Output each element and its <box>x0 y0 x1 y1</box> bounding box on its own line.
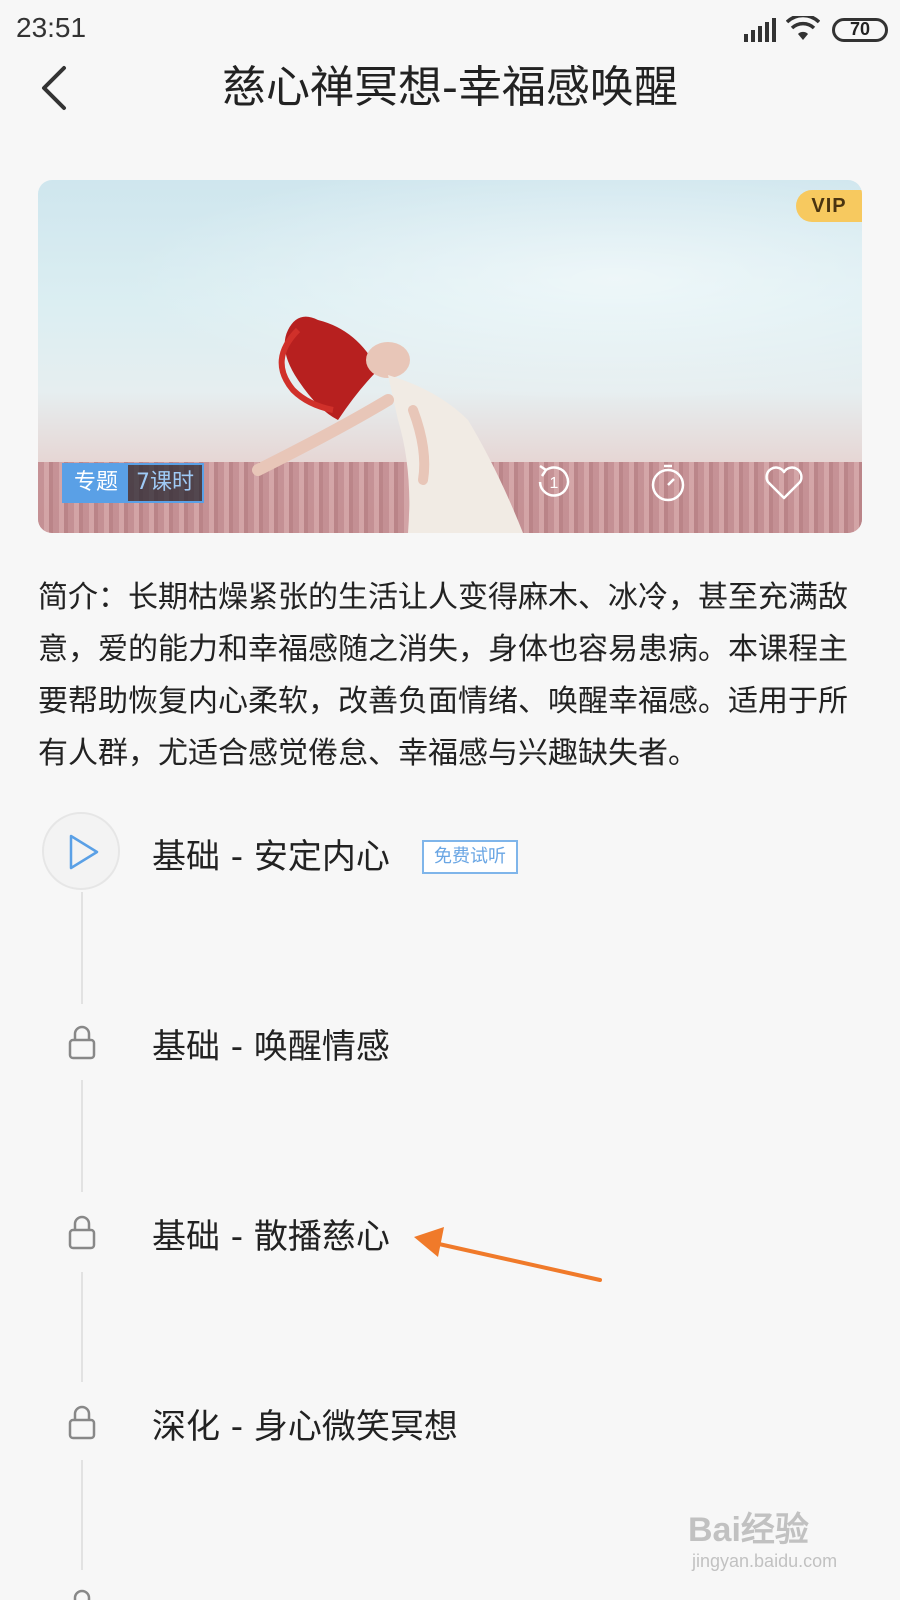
replay-1-icon[interactable]: 1 <box>532 460 576 504</box>
battery-icon: 70 <box>832 18 888 42</box>
play-icon <box>69 834 99 870</box>
heart-icon[interactable] <box>762 460 806 504</box>
course-banner[interactable]: VIP 专题 7课时 1 <box>38 180 862 533</box>
free-trial-badge: 免费试听 <box>422 840 518 874</box>
timeline-line <box>81 1460 83 1570</box>
lesson-count: 7课时 <box>128 465 203 501</box>
status-time: 23:51 <box>16 12 87 43</box>
lock-icon <box>68 1405 96 1440</box>
topic-tag: 专题 7课时 <box>62 463 205 503</box>
vip-badge: VIP <box>796 190 862 222</box>
page-title: 慈心禅冥想-幸福感唤醒 <box>222 62 678 113</box>
status-bar: 23:51 70 <box>0 0 900 60</box>
signal-icon <box>744 18 776 42</box>
lesson-title[interactable]: 深化 - 身心微笑冥想 <box>152 1405 458 1449</box>
timeline-line <box>81 892 83 1004</box>
annotation-arrow <box>414 1227 602 1282</box>
timeline-line <box>81 1080 83 1192</box>
baidu-watermark: Bai经验 jingyan.baidu.com <box>688 1502 888 1592</box>
course-description: 简介：长期枯燥紧张的生活让人变得麻木、冰冷，甚至充满敌意，爱的能力和幸福感随之消… <box>38 580 848 771</box>
lesson-title[interactable]: 基础 - 安定内心 <box>152 835 390 879</box>
lock-icon <box>68 1025 96 1060</box>
timeline-line <box>81 1272 83 1382</box>
topic-label: 专题 <box>64 465 129 501</box>
svg-text:1: 1 <box>550 475 559 492</box>
wifi-icon <box>786 16 820 40</box>
lock-icon <box>68 1215 96 1250</box>
watermark-logo: Bai经验 <box>688 1511 809 1549</box>
lock-icon <box>73 1589 91 1600</box>
watermark-site: jingyan.baidu.com <box>692 1551 838 1571</box>
battery-level: 70 <box>849 19 871 39</box>
play-button[interactable] <box>42 812 120 890</box>
lesson-title[interactable]: 基础 - 散播慈心 <box>152 1215 390 1259</box>
timer-icon[interactable] <box>646 460 690 504</box>
lesson-title[interactable]: 基础 - 唤醒情感 <box>152 1025 390 1069</box>
